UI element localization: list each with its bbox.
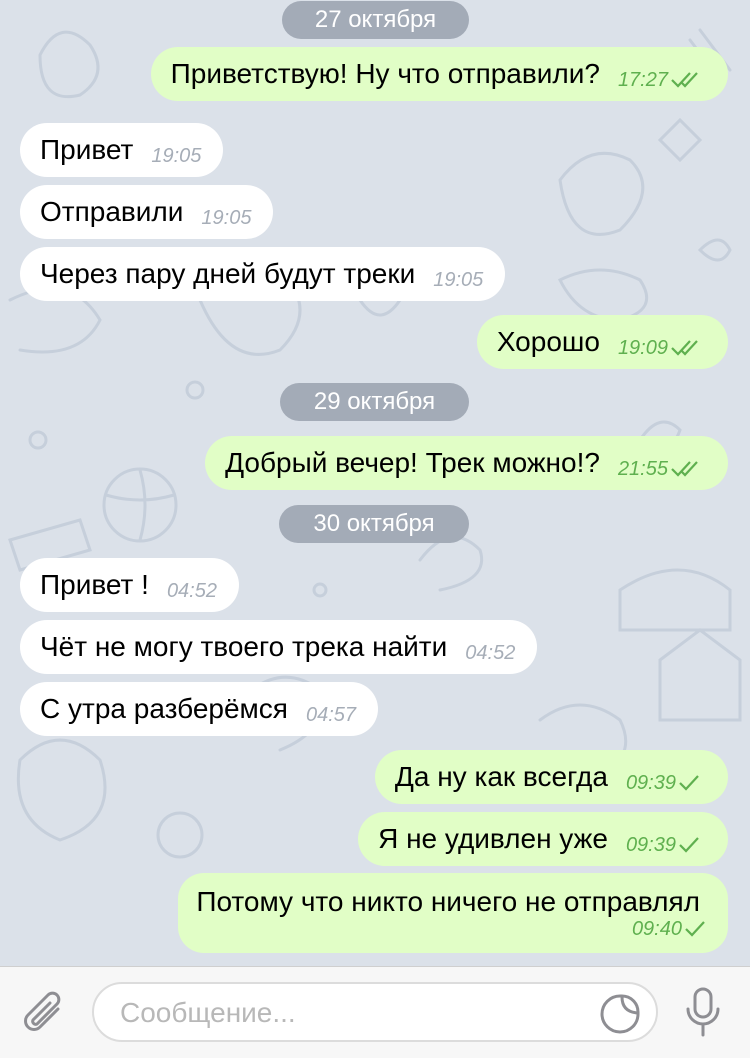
check-icon: [679, 775, 699, 791]
microphone-icon[interactable]: [680, 987, 726, 1039]
message-incoming[interactable]: Привет ! 04:52: [20, 558, 239, 612]
message-time: 17:27: [618, 69, 700, 92]
message-incoming[interactable]: Отправили 19:05: [20, 185, 274, 239]
message-text: Хорошо: [496, 326, 600, 357]
paperclip-icon[interactable]: [22, 991, 68, 1037]
message-outgoing[interactable]: Да ну как всегда 09:39: [374, 750, 728, 804]
message-time: 09:40: [632, 918, 706, 941]
check-icon: [685, 921, 705, 937]
message-time: 19:05: [151, 144, 202, 167]
message-text: Привет: [40, 134, 134, 165]
message-outgoing[interactable]: Потому что никто ничего не отправлял 09:…: [178, 873, 728, 953]
check-icon: [679, 837, 699, 853]
message-text: С утра разберёмся: [40, 693, 288, 724]
message-outgoing[interactable]: Добрый вечер! Трек можно!? 21:55: [205, 436, 728, 490]
message-time: 19:05: [433, 268, 484, 291]
date-separator: 29 октября: [280, 383, 469, 421]
message-time: 04:52: [465, 641, 516, 664]
message-incoming[interactable]: Привет 19:05: [20, 123, 224, 177]
message-time: 09:39: [626, 834, 700, 857]
message-text: Отправили: [40, 196, 184, 227]
message-time: 19:09: [618, 337, 700, 360]
message-time: 19:05: [201, 206, 252, 229]
message-outgoing[interactable]: Хорошо 19:09: [476, 315, 728, 369]
message-incoming[interactable]: Чёт не могу твоего трека найти 04:52: [20, 620, 538, 674]
message-outgoing[interactable]: Приветствую! Ну что отправили? 17:27: [150, 47, 728, 101]
chat-area[interactable]: 27 октября Приветствую! Ну что отправили…: [0, 0, 750, 966]
message-field[interactable]: [92, 982, 658, 1042]
message-input-bar: [0, 966, 750, 1058]
message-input[interactable]: [118, 984, 592, 1042]
message-incoming[interactable]: Через пару дней будут треки 19:05: [20, 247, 506, 301]
message-text: Через пару дней будут треки: [40, 258, 416, 289]
message-text: Добрый вечер! Трек можно!?: [225, 447, 600, 478]
double-check-icon: [671, 340, 698, 356]
message-text: Да ну как всегда: [394, 761, 608, 792]
message-incoming[interactable]: С утра разберёмся 04:57: [20, 682, 379, 736]
message-time: 04:57: [305, 703, 357, 726]
date-separator: 27 октября: [282, 1, 469, 39]
message-text: Я не удивлен уже: [378, 823, 608, 854]
message-time: 09:39: [626, 772, 700, 795]
message-outgoing[interactable]: Я не удивлен уже 09:39: [358, 812, 728, 866]
message-text: Чёт не могу твоего трека найти: [40, 631, 448, 662]
message-text: Приветствую! Ну что отправили?: [170, 58, 600, 89]
date-separator: 30 октября: [279, 505, 469, 543]
message-text: Потому что никто ничего не отправлял: [196, 885, 700, 917]
message-time: 21:55: [618, 458, 700, 481]
double-check-icon: [671, 461, 698, 477]
double-check-icon: [671, 72, 698, 88]
sticker-icon[interactable]: [600, 994, 640, 1034]
message-text: Привет !: [40, 569, 149, 600]
message-time: 04:52: [166, 579, 217, 602]
